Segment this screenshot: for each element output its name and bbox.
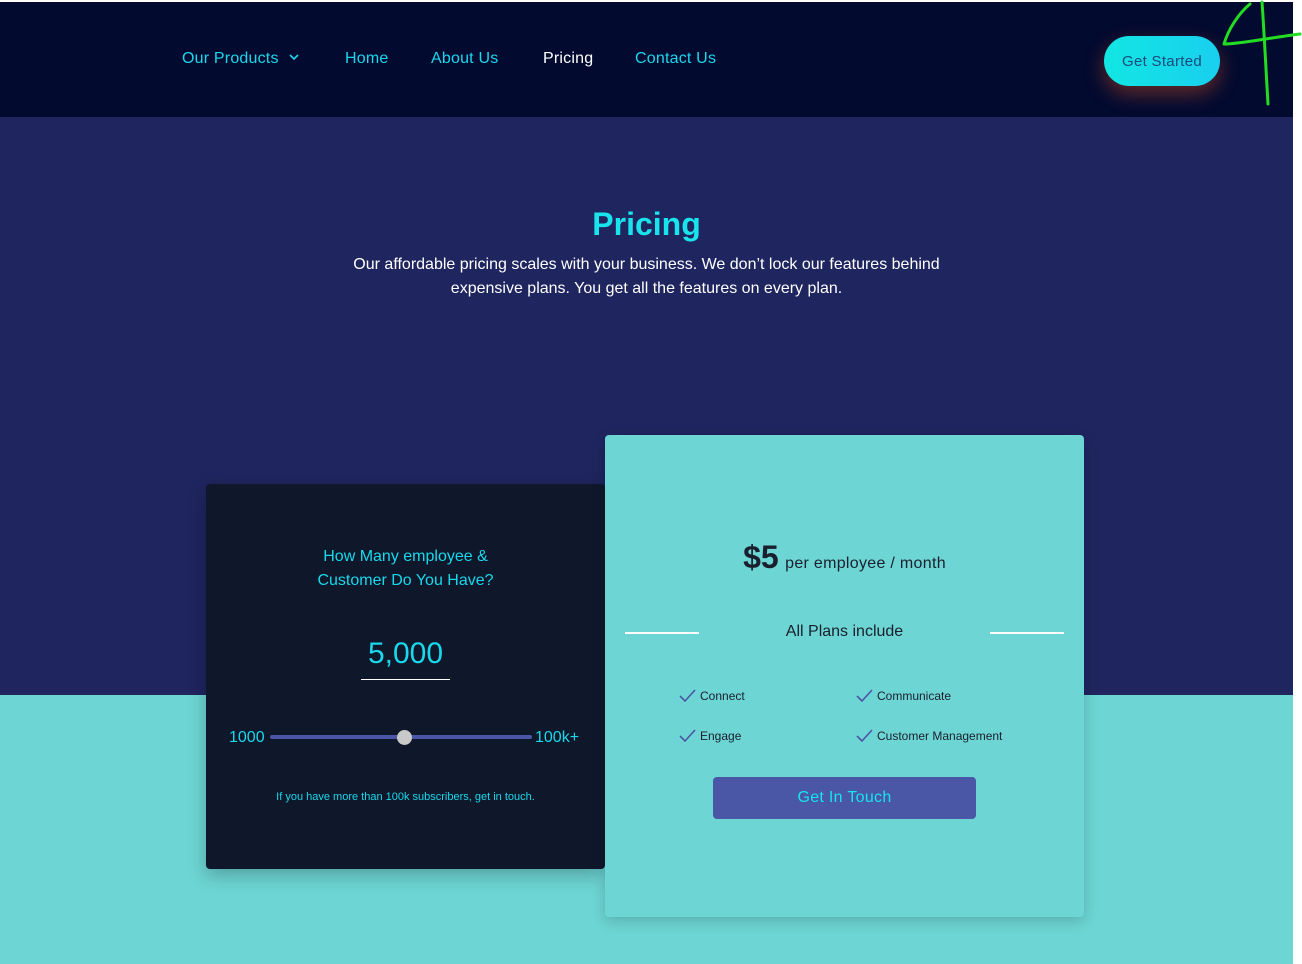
feature-label: Communicate [877, 689, 952, 703]
get-started-label: Get Started [1121, 52, 1202, 70]
nav-item-pricing[interactable]: Pricing [543, 50, 593, 68]
page-title: Pricing [592, 206, 701, 242]
site-header: Our Products Home About Us Pricing Conta… [0, 0, 1293, 117]
get-in-touch-link[interactable]: If you have more than 100k subscribers, … [276, 791, 535, 803]
feature-label: Connect [700, 689, 745, 703]
plan-card: $5 per employee / month All Plans includ… [605, 435, 1084, 917]
employee-slider-thumb[interactable] [396, 730, 412, 745]
get-in-touch-label: Get In Touch [797, 789, 892, 806]
pricing-description: Our affordable pricing scales with your … [353, 256, 940, 297]
range-min-label: 1000 [229, 729, 265, 746]
nav-item-our-products[interactable]: Our Products [182, 50, 299, 68]
nav-item-contact-us[interactable]: Contact Us [635, 50, 716, 68]
scribble-annotation [1222, 0, 1302, 106]
price-amount: $5 [743, 539, 779, 575]
divider-right [990, 632, 1064, 634]
get-started-button[interactable]: Get Started [1104, 36, 1220, 86]
question-line-2: Customer Do You Have? [317, 572, 494, 589]
feature-item: Communicate [856, 689, 951, 703]
nav-item-label: Our Products [182, 50, 279, 68]
price-line: $5 per employee / month [605, 539, 1084, 576]
check-icon [856, 729, 873, 743]
check-icon [679, 689, 696, 703]
includes-header: All Plans include [625, 623, 1064, 643]
calculator-question: How Many employee & Customer Do You Have… [206, 545, 605, 593]
range-max-label: 100k+ [535, 729, 580, 746]
get-in-touch-button[interactable]: Get In Touch [713, 777, 976, 819]
question-line-1: How Many employee & [323, 548, 488, 565]
page: Our Products Home About Us Pricing Conta… [0, 0, 1293, 964]
employee-calculator-card: How Many employee & Customer Do You Have… [206, 484, 605, 869]
employee-count-value[interactable]: 5,000 [361, 637, 450, 680]
feature-item: Customer Management [856, 729, 1002, 743]
check-icon [679, 729, 696, 743]
chevron-down-icon [289, 48, 299, 66]
price-unit: per employee / month [785, 555, 946, 572]
feature-label: Customer Management [877, 729, 1003, 743]
nav-item-home[interactable]: Home [345, 50, 388, 68]
feature-item: Connect [679, 689, 745, 703]
feature-item: Engage [679, 729, 741, 743]
check-icon [856, 689, 873, 703]
contact-note: If you have more than 100k subscribers, … [206, 791, 605, 803]
nav-item-about-us[interactable]: About Us [431, 50, 498, 68]
feature-label: Engage [700, 729, 742, 743]
